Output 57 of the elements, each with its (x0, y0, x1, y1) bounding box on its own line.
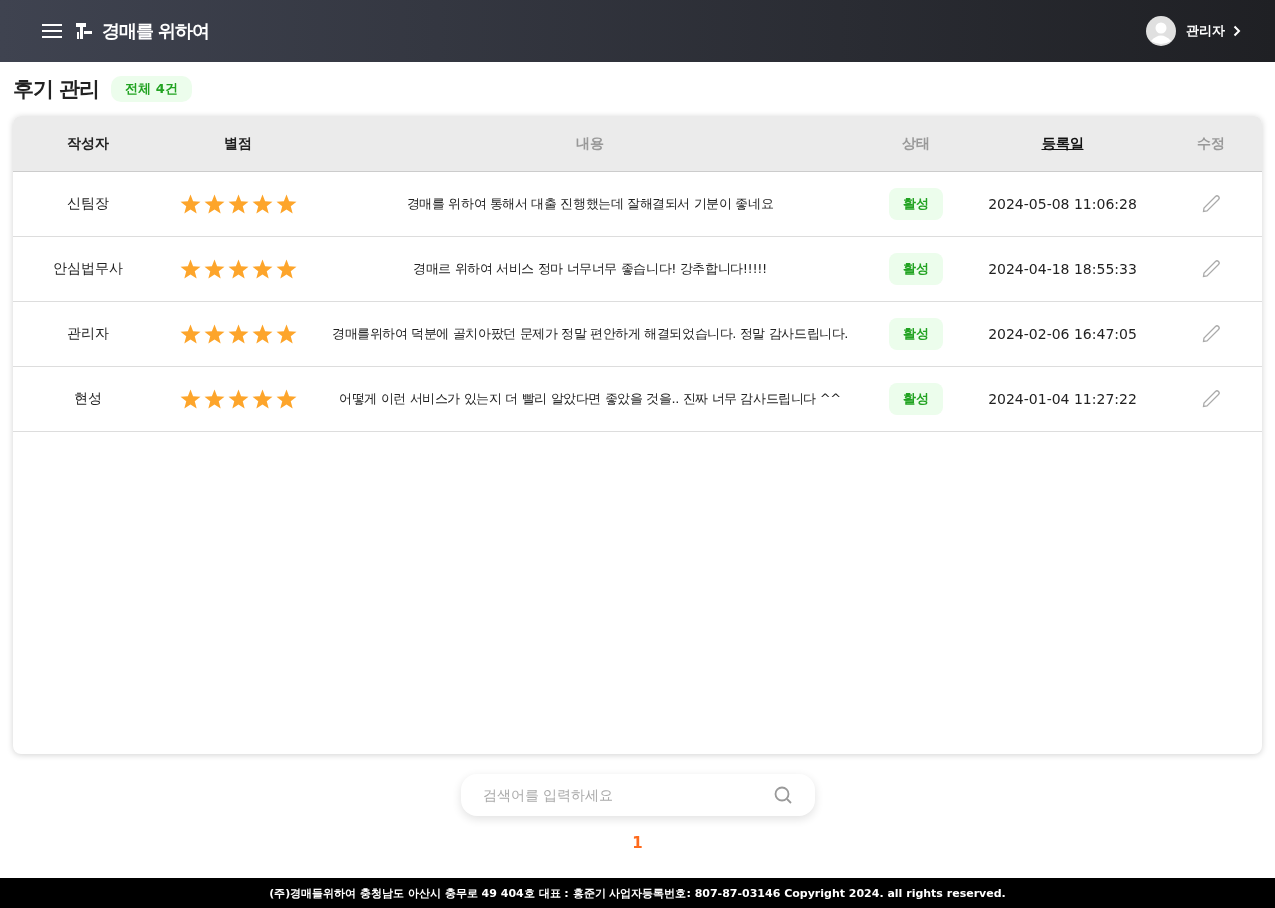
star-icon (275, 389, 297, 409)
gavel-logo-icon (76, 22, 94, 40)
status-badge: 활성 (889, 383, 943, 415)
date-cell-text: 2024-02-06 16:47:05 (987, 326, 1138, 342)
total-count-badge: 전체 4건 (111, 76, 192, 102)
author-cell-text: 신팀장 (66, 195, 110, 213)
star-icon (251, 194, 273, 214)
review-content: 경매를위하여 덕분에 골치아팠던 문제가 정말 편안하게 해결되었습니다. 정말 감사드립니다. (330, 325, 850, 343)
review-content: 경매를 위하여 통해서 대출 진행했는데 잘해결되서 기분이 좋네요 (405, 195, 775, 213)
review-content: 어떻게 이런 서비스가 있는지 더 빨리 알았다면 좋았을 것을.. 진짜 너무 감사드립니다 ^^ (338, 390, 842, 408)
star-icon (203, 194, 225, 214)
avatar-icon[interactable] (1146, 16, 1176, 46)
star-icon (227, 194, 249, 214)
star-icon (179, 389, 201, 409)
column-header: 작성자 (67, 134, 109, 153)
user-name[interactable]: 관리자 (1186, 22, 1225, 40)
status-badge: 활성 (889, 318, 943, 350)
author-cell-text: 관리자 (66, 325, 110, 343)
star-icon (179, 324, 201, 344)
star-icon (251, 324, 273, 344)
menu-icon[interactable] (42, 24, 62, 38)
column-header: 수정 (1197, 134, 1225, 153)
status-badge: 활성 (889, 188, 943, 220)
star-icon (227, 324, 249, 344)
search-field[interactable]: 검색어를 입력하세요 (460, 774, 815, 816)
pencil-edit-icon[interactable] (1201, 389, 1221, 409)
logo-text[interactable]: 경매를 위하여 (102, 19, 210, 43)
chevron-right-icon[interactable] (1233, 25, 1241, 37)
date-cell-text: 2024-05-08 11:06:28 (987, 196, 1138, 212)
column-header: 별점 (224, 134, 252, 153)
status-badge: 활성 (889, 253, 943, 285)
star-icon (203, 259, 225, 279)
author-cell-text: 현성 (73, 390, 103, 408)
star-icon (179, 259, 201, 279)
star-icon (179, 194, 201, 214)
review-content: 경매르 위하여 서비스 정마 너무너무 좋습니다! 강추합니다!!!!! (412, 260, 768, 278)
star-icon (251, 389, 273, 409)
date-cell-text: 2024-04-18 18:55:33 (987, 261, 1138, 277)
page-title: 후기 관리 (13, 76, 100, 103)
star-icon (275, 194, 297, 214)
column-header: 상태 (902, 134, 930, 153)
pencil-edit-icon[interactable] (1201, 259, 1221, 279)
author-cell-text: 안심법무사 (52, 260, 124, 278)
search-icon[interactable] (772, 785, 793, 805)
star-icon (227, 259, 249, 279)
date-cell-text: 2024-01-04 11:27:22 (987, 391, 1138, 407)
column-header: 내용 (576, 134, 604, 153)
star-icon (203, 389, 225, 409)
star-icon (203, 324, 225, 344)
footer-text: (주)경매들위하여 충청남도 아산시 충무로 49 404호 대표 : 홍준기 사업자등록번호: 807-87-03146 Copyright 2024. all rights reserved. (269, 885, 1006, 901)
star-icon (275, 324, 297, 344)
column-header[interactable]: 등록일 (1041, 134, 1084, 153)
pencil-edit-icon[interactable] (1201, 194, 1221, 214)
star-icon (227, 389, 249, 409)
pencil-edit-icon[interactable] (1201, 324, 1221, 344)
star-icon (275, 259, 297, 279)
star-icon (251, 259, 273, 279)
